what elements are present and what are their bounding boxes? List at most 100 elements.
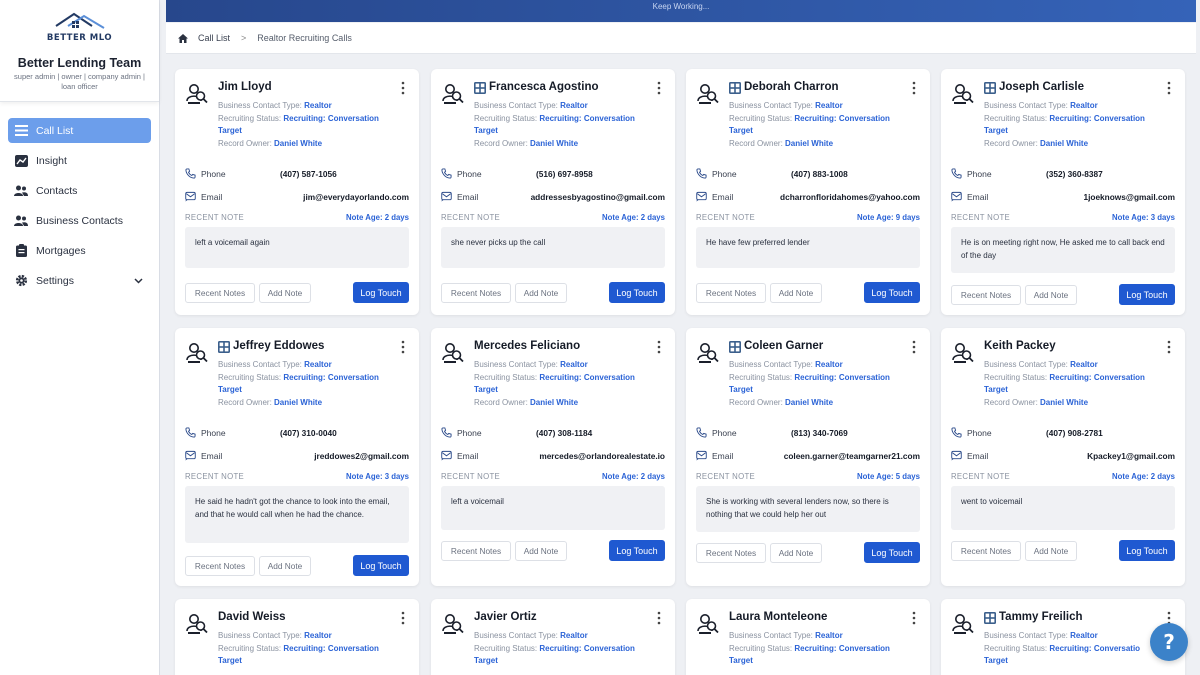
email-value[interactable]: dcharronfloridahomes@yahoo.com xyxy=(780,192,920,202)
more-options-icon[interactable] xyxy=(912,81,918,95)
email-value[interactable]: Kpackey1@gmail.com xyxy=(1087,451,1175,461)
email-value[interactable]: 1joeknows@gmail.com xyxy=(1083,192,1175,202)
recent-notes-button[interactable]: Recent Notes xyxy=(441,541,511,561)
recent-notes-button[interactable]: Recent Notes xyxy=(185,283,255,303)
contact-meta: Business Contact Type: Realtor Recruitin… xyxy=(729,630,924,668)
phone-value[interactable]: (407) 308-1184 xyxy=(536,428,592,438)
add-note-button[interactable]: Add Note xyxy=(259,283,311,303)
chevron-down-icon[interactable] xyxy=(134,275,143,287)
home-icon[interactable] xyxy=(178,33,188,43)
recent-notes-button[interactable]: Recent Notes xyxy=(185,556,255,576)
more-options-icon[interactable] xyxy=(912,340,918,354)
breadcrumb-call-list[interactable]: Call List xyxy=(198,33,230,43)
recent-notes-button[interactable]: Recent Notes xyxy=(441,283,511,303)
phone-value[interactable]: (407) 587-1056 xyxy=(280,169,337,179)
recent-notes-button[interactable]: Recent Notes xyxy=(951,541,1021,561)
note-age: Note Age: 2 days xyxy=(602,472,665,481)
more-options-icon[interactable] xyxy=(401,340,407,354)
contact-type-value: Realtor xyxy=(815,360,843,369)
keep-working-text: Keep Working... xyxy=(652,2,710,11)
email-value[interactable]: jreddowes2@gmail.com xyxy=(314,451,409,461)
contact-name[interactable]: Deborah Charron xyxy=(744,81,839,93)
phone-value[interactable]: (407) 883-1008 xyxy=(791,169,848,179)
contact-name[interactable]: Mercedes Feliciano xyxy=(474,340,580,352)
add-note-button[interactable]: Add Note xyxy=(259,556,311,576)
more-options-icon[interactable] xyxy=(401,81,407,95)
more-options-icon[interactable] xyxy=(657,81,663,95)
email-value[interactable]: coleen.garner@teamgarner21.com xyxy=(784,451,920,461)
log-touch-button[interactable]: Log Touch xyxy=(1119,284,1175,305)
add-note-button[interactable]: Add Note xyxy=(1025,541,1077,561)
log-touch-button[interactable]: Log Touch xyxy=(609,540,665,561)
note-age: Note Age: 3 days xyxy=(1112,213,1175,222)
sidebar-item-mortgages[interactable]: Mortgages xyxy=(8,238,151,263)
contact-name[interactable]: Jeffrey Eddowes xyxy=(233,340,324,352)
building-badge-icon xyxy=(984,81,996,94)
record-owner-value[interactable]: Daniel White xyxy=(785,398,833,407)
recent-notes-button[interactable]: Recent Notes xyxy=(696,283,766,303)
contact-meta: Business Contact Type: Realtor Recruitin… xyxy=(218,100,413,150)
phone-value[interactable]: (813) 340-7069 xyxy=(791,428,848,438)
add-note-button[interactable]: Add Note xyxy=(770,543,822,563)
record-owner-line: Record Owner: Daniel White xyxy=(218,397,413,410)
more-options-icon[interactable] xyxy=(401,611,407,625)
phone-value[interactable]: (516) 697-8958 xyxy=(536,169,593,179)
add-note-button[interactable]: Add Note xyxy=(515,541,567,561)
contact-name[interactable]: Joseph Carlisle xyxy=(999,81,1084,93)
record-owner-value[interactable]: Daniel White xyxy=(274,398,322,407)
phone-value[interactable]: (407) 310-0040 xyxy=(280,428,337,438)
more-options-icon[interactable] xyxy=(912,611,918,625)
log-touch-button[interactable]: Log Touch xyxy=(864,282,920,303)
contact-name[interactable]: Francesca Agostino xyxy=(489,81,599,93)
contact-name[interactable]: Keith Packey xyxy=(984,340,1056,352)
record-owner-value[interactable]: Daniel White xyxy=(1040,398,1088,407)
contact-name-row: Jim Lloyd xyxy=(218,81,272,93)
more-options-icon[interactable] xyxy=(1167,81,1173,95)
log-touch-button[interactable]: Log Touch xyxy=(353,282,409,303)
recent-notes-button[interactable]: Recent Notes xyxy=(696,543,766,563)
email-value[interactable]: mercedes@orlandorealestate.io xyxy=(539,451,665,461)
phone-value[interactable]: (352) 360-8387 xyxy=(1046,169,1103,179)
sidebar-item-business-contacts[interactable]: Business Contacts xyxy=(8,208,151,233)
record-owner-value[interactable]: Daniel White xyxy=(530,139,578,148)
brand-header: BETTER MLO Better Lending Team super adm… xyxy=(0,0,159,102)
help-button[interactable]: ? xyxy=(1150,623,1188,661)
contact-name[interactable]: Jim Lloyd xyxy=(218,81,272,93)
log-touch-button[interactable]: Log Touch xyxy=(864,542,920,563)
contact-type-label: Business Contact Type: xyxy=(984,360,1068,369)
record-owner-value[interactable]: Daniel White xyxy=(1040,139,1088,148)
more-options-icon[interactable] xyxy=(1167,340,1173,354)
contact-card: Joseph Carlisle Business Contact Type: R… xyxy=(941,69,1185,315)
log-touch-button[interactable]: Log Touch xyxy=(1119,540,1175,561)
contact-name[interactable]: Coleen Garner xyxy=(744,340,823,352)
record-owner-value[interactable]: Daniel White xyxy=(530,398,578,407)
add-note-button[interactable]: Add Note xyxy=(515,283,567,303)
email-label: Email xyxy=(457,450,479,461)
recruiting-status-value: Recruiting: Conversation xyxy=(539,113,635,123)
sidebar-item-settings[interactable]: Settings xyxy=(8,268,151,293)
phone-value[interactable]: (407) 908-2781 xyxy=(1046,428,1103,438)
email-value[interactable]: jim@everydayorlando.com xyxy=(303,192,409,202)
email-label: Email xyxy=(712,191,734,202)
email-value[interactable]: addressesbyagostino@gmail.com xyxy=(531,192,665,202)
sidebar-item-contacts[interactable]: Contacts xyxy=(8,178,151,203)
more-options-icon[interactable] xyxy=(657,611,663,625)
contact-name[interactable]: Tammy Freilich xyxy=(999,611,1083,623)
phone-row: Phone (516) 697-8958 xyxy=(441,168,665,179)
log-touch-button[interactable]: Log Touch xyxy=(609,282,665,303)
sidebar-item-call-list[interactable]: Call List xyxy=(8,118,151,143)
record-owner-value[interactable]: Daniel White xyxy=(274,139,322,148)
record-owner-value[interactable]: Daniel White xyxy=(785,139,833,148)
log-touch-button[interactable]: Log Touch xyxy=(353,555,409,576)
add-note-button[interactable]: Add Note xyxy=(1025,285,1077,305)
contact-name[interactable]: Javier Ortiz xyxy=(474,611,537,623)
add-note-button[interactable]: Add Note xyxy=(770,283,822,303)
contact-name[interactable]: Laura Monteleone xyxy=(729,611,827,623)
more-options-icon[interactable] xyxy=(657,340,663,354)
contact-name-row: Laura Monteleone xyxy=(729,611,827,623)
recent-notes-button[interactable]: Recent Notes xyxy=(951,285,1021,305)
contact-name[interactable]: David Weiss xyxy=(218,611,286,623)
contact-meta: Business Contact Type: Realtor Recruitin… xyxy=(218,359,413,409)
sidebar-item-insight[interactable]: Insight xyxy=(8,148,151,173)
contact-meta: Business Contact Type: Realtor Recruitin… xyxy=(474,359,669,409)
